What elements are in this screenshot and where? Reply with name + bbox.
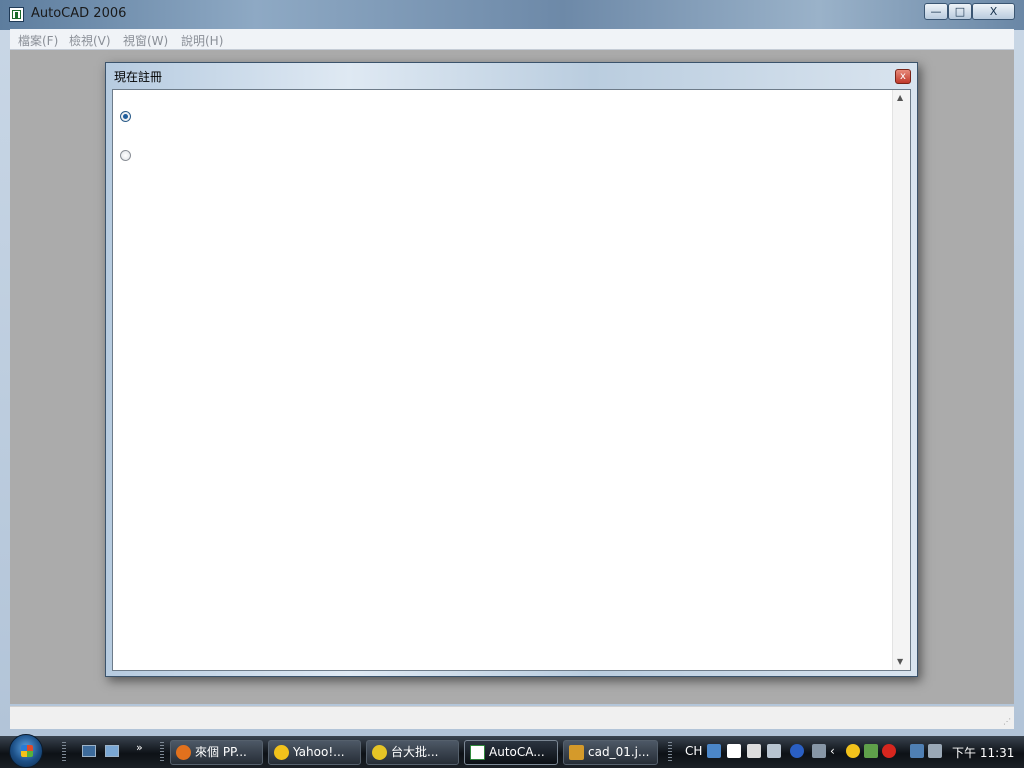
status-bar: ⋰ <box>10 706 1014 729</box>
start-button[interactable] <box>9 734 43 768</box>
close-button[interactable]: X <box>972 3 1015 20</box>
firefox-icon <box>176 745 191 760</box>
autocad-icon <box>470 745 485 760</box>
menu-file[interactable]: 檔案(F) <box>18 32 58 49</box>
minimize-button[interactable]: — <box>924 3 948 20</box>
network-status-icon[interactable] <box>910 744 924 758</box>
register-dialog: 現在註冊 x ▲ ▼ <box>105 62 918 677</box>
taskbar-button-label: AutoCA... <box>489 745 545 759</box>
search-icon <box>372 745 387 760</box>
toolbar-grip[interactable] <box>160 742 164 762</box>
yahoo-messenger-icon[interactable] <box>846 744 860 758</box>
volume-icon[interactable] <box>928 744 942 758</box>
paint-icon <box>569 745 584 760</box>
show-desktop-icon[interactable] <box>82 745 96 757</box>
menu-view[interactable]: 檢視(V) <box>69 32 111 49</box>
resize-grip[interactable]: ⋰ <box>1003 718 1011 726</box>
dialog-title: 現在註冊 <box>114 70 163 84</box>
dialog-close-button[interactable]: x <box>895 69 911 84</box>
help-icon[interactable] <box>790 744 804 758</box>
menu-help[interactable]: 說明(H) <box>181 32 223 49</box>
taskbar-button-firefox[interactable]: 來個 PP... <box>170 740 263 765</box>
security-icon[interactable] <box>882 744 896 758</box>
taskbar-button-yahoo[interactable]: Yahoo!... <box>268 740 361 765</box>
maximize-button[interactable]: □ <box>948 3 972 20</box>
radio-option-1[interactable] <box>120 111 131 122</box>
taskbar-button-search[interactable]: 台大批... <box>366 740 459 765</box>
panel-icon[interactable] <box>747 744 761 758</box>
switch-windows-icon[interactable] <box>105 745 119 757</box>
toolbar-grip[interactable] <box>62 742 66 762</box>
clock[interactable]: 下午 11:31 <box>952 744 1014 761</box>
vertical-scrollbar[interactable]: ▲ ▼ <box>892 90 910 670</box>
taskbar-button-label: cad_01.j... <box>588 745 650 759</box>
language-indicator[interactable]: CH <box>685 744 702 758</box>
taskbar-button-label: 台大批... <box>391 745 439 759</box>
dialog-content: ▲ ▼ <box>112 89 911 671</box>
ime-icon[interactable] <box>707 744 721 758</box>
yahoo-messenger-icon <box>274 745 289 760</box>
radio-option-2[interactable] <box>120 150 131 161</box>
scroll-down-icon[interactable]: ▼ <box>897 657 903 666</box>
autocad-icon <box>9 7 24 22</box>
autocad-window: AutoCAD 2006 — □ X 檔案(F) 檢視(V) 視窗(W) 說明(… <box>0 0 1024 736</box>
font-icon[interactable] <box>727 744 741 758</box>
show-hidden-icons-icon[interactable]: ‹ <box>830 744 844 758</box>
toolbar-grip[interactable] <box>668 742 672 762</box>
network-icon[interactable] <box>812 744 826 758</box>
menu-bar: 檔案(F) 檢視(V) 視窗(W) 說明(H) <box>10 29 1014 50</box>
window-title: AutoCAD 2006 <box>31 6 127 21</box>
menu-window[interactable]: 視窗(W) <box>123 32 168 49</box>
taskbar-button-paint[interactable]: cad_01.j... <box>563 740 658 765</box>
taskbar-button-autocad[interactable]: AutoCA... <box>464 740 558 765</box>
app-tray-icon[interactable] <box>864 744 878 758</box>
keyboard-icon[interactable] <box>767 744 781 758</box>
title-bar[interactable]: AutoCAD 2006 — □ X <box>0 0 1024 30</box>
taskbar-button-label: Yahoo!... <box>293 745 345 759</box>
taskbar: » 來個 PP... Yahoo!... 台大批... AutoCA... ca… <box>0 734 1024 768</box>
quicklaunch-more-icon[interactable]: » <box>136 741 143 754</box>
taskbar-button-label: 來個 PP... <box>195 745 247 759</box>
scroll-up-icon[interactable]: ▲ <box>897 93 903 102</box>
